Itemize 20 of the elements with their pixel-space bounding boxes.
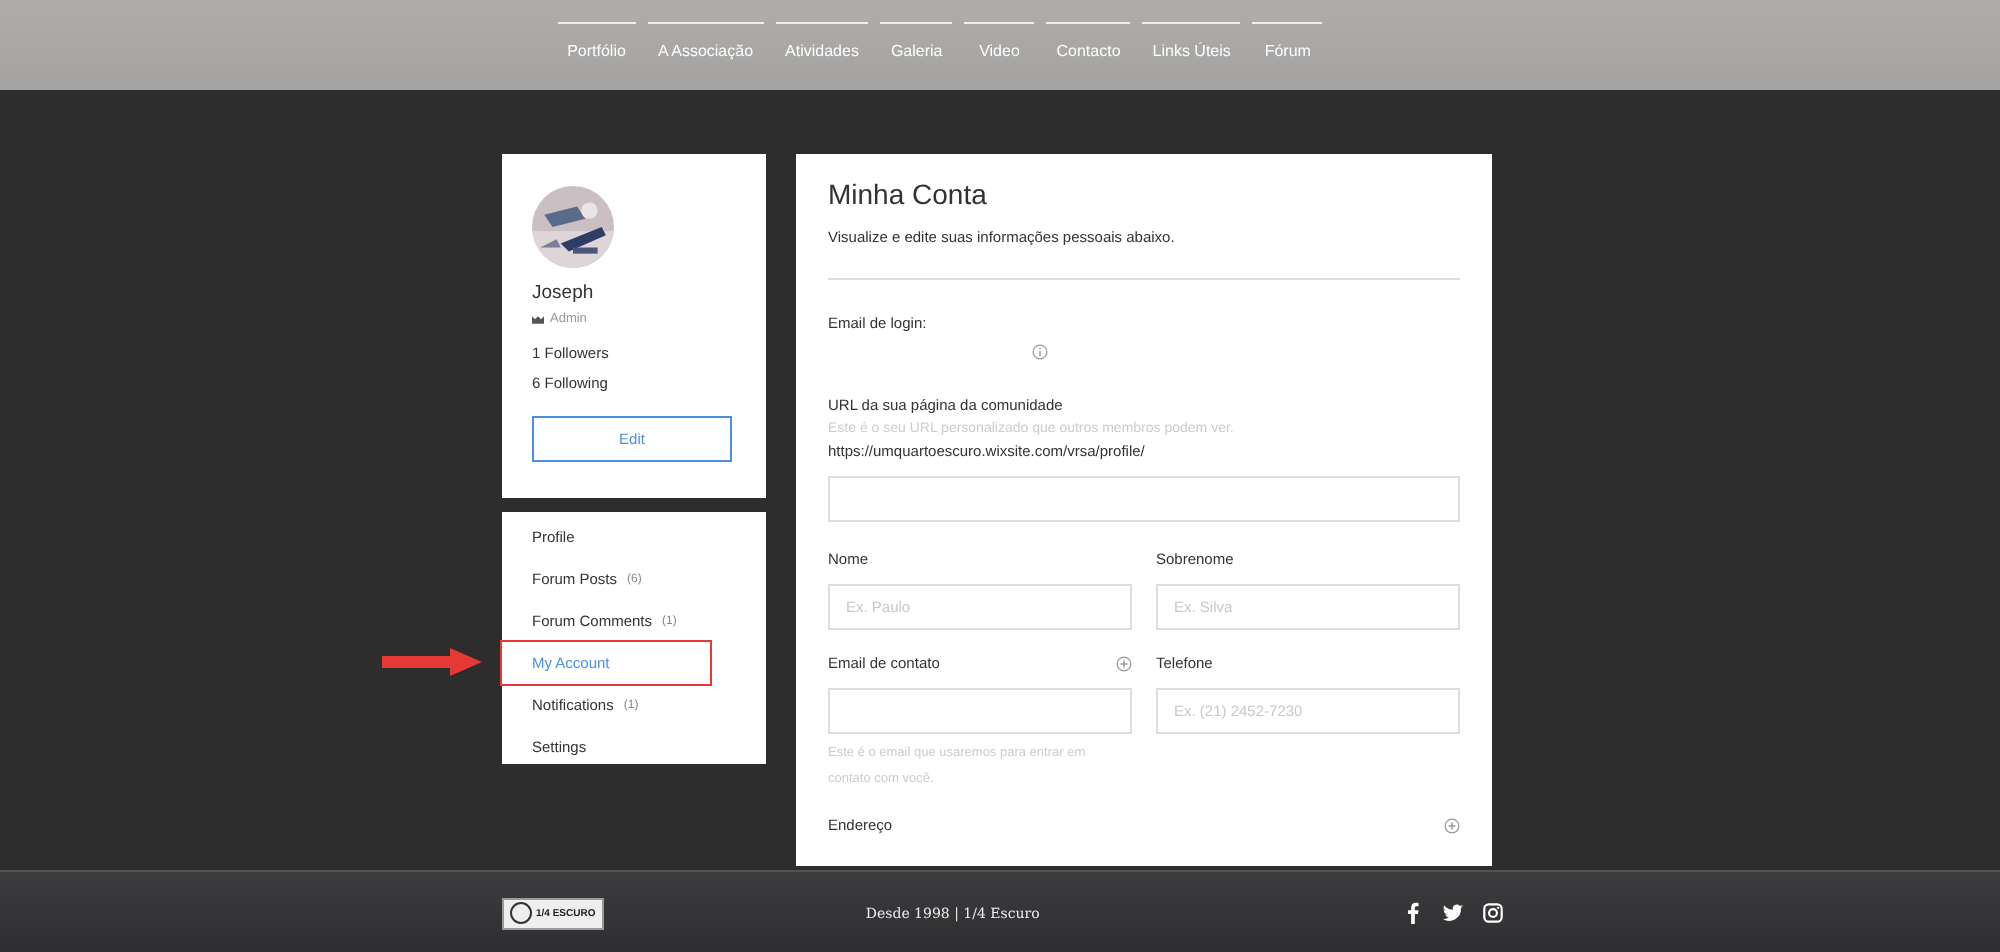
user-name: Joseph	[532, 282, 596, 304]
nav-link[interactable]: Contacto	[1046, 22, 1131, 60]
facebook-icon[interactable]	[1402, 902, 1424, 924]
instagram-icon[interactable]	[1482, 902, 1504, 924]
nav-link[interactable]: Atividades	[775, 22, 869, 60]
nav-link[interactable]: Video	[964, 22, 1035, 60]
nav-link[interactable]: Links Úteis	[1142, 22, 1241, 60]
add-icon[interactable]	[1444, 817, 1460, 833]
input-field[interactable]	[828, 688, 1132, 734]
nav-link[interactable]: Fórum	[1252, 22, 1323, 60]
add-icon[interactable]	[1116, 655, 1132, 671]
nav-link[interactable]: A Associação	[647, 22, 764, 60]
arrow-icon	[382, 648, 482, 676]
crown-icon	[532, 315, 544, 323]
nav-link[interactable]: Portfólio	[557, 22, 636, 60]
twitter-icon[interactable]	[1442, 902, 1464, 924]
page-title: Minha Conta	[828, 178, 989, 210]
input-field[interactable]	[828, 476, 1460, 522]
nav-link[interactable]: Galeria	[880, 22, 953, 60]
info-icon	[1032, 344, 1048, 360]
